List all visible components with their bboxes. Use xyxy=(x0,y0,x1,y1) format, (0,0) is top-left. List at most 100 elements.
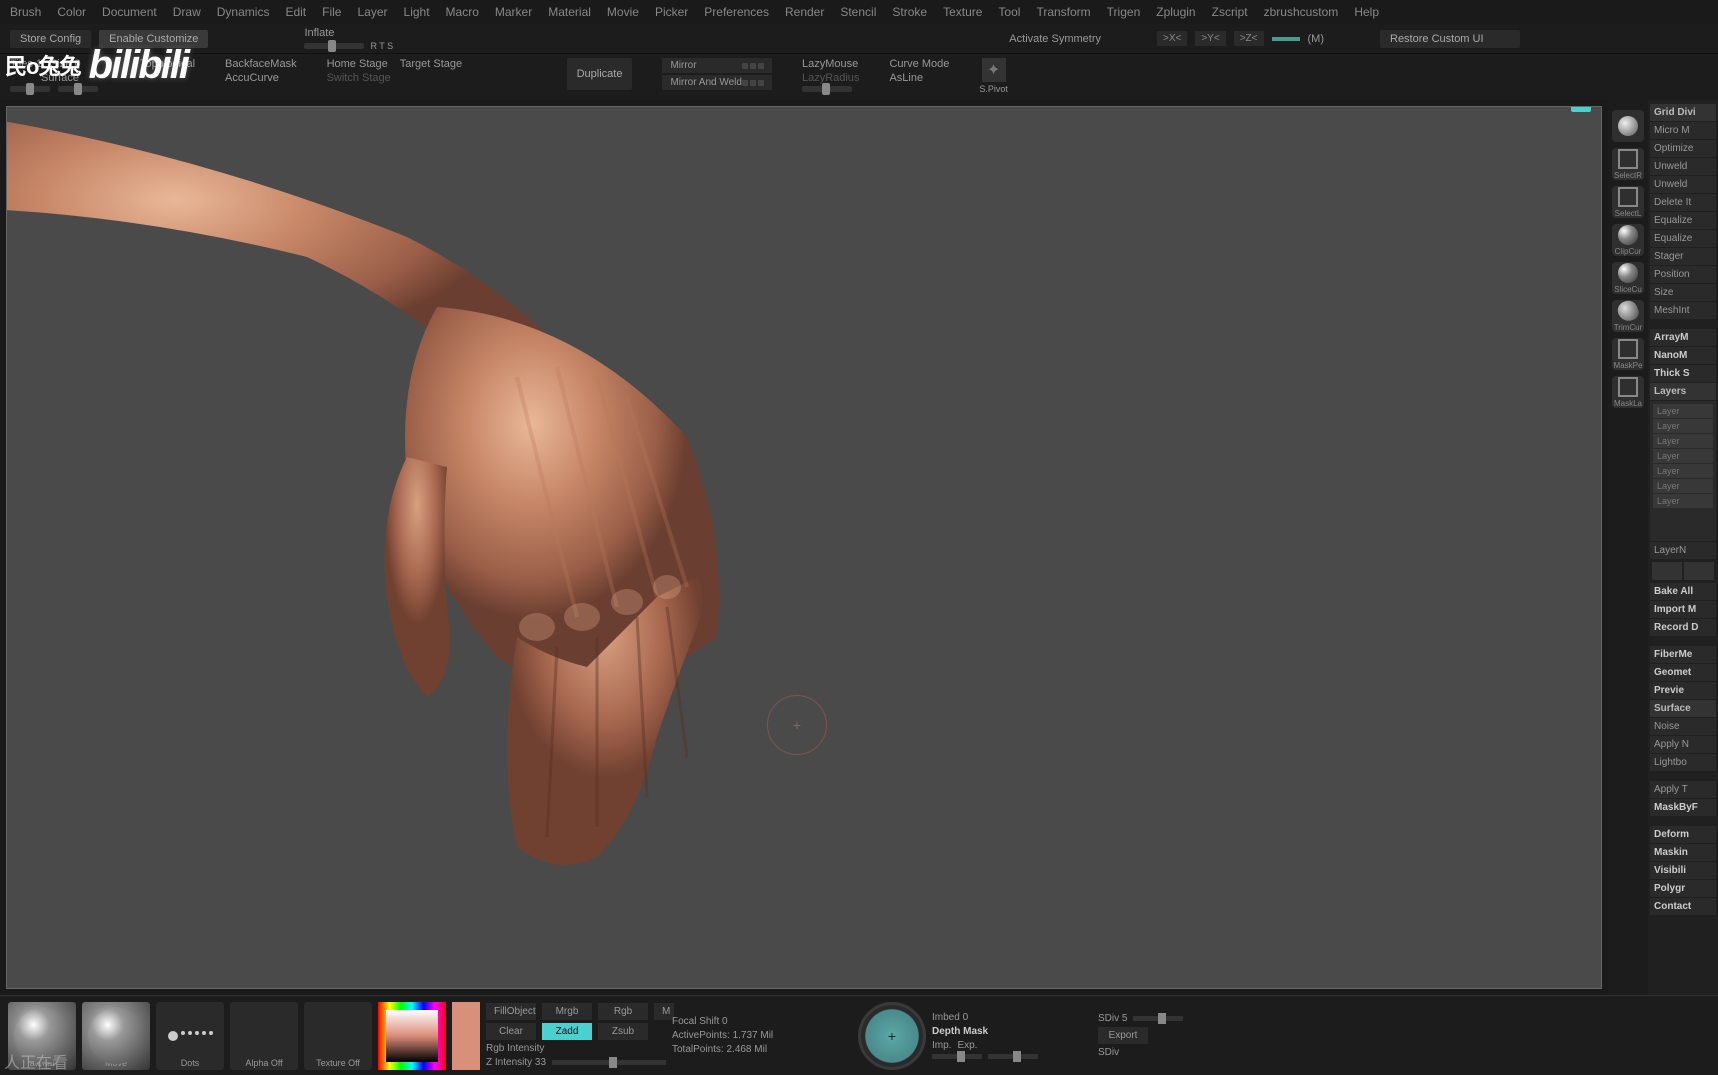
tool-trim-curve[interactable]: TrimCur xyxy=(1612,300,1644,332)
accucurve-button[interactable]: AccuCurve xyxy=(225,72,297,84)
tool-slice-curve[interactable]: SliceCu xyxy=(1612,262,1644,294)
menu-movie[interactable]: Movie xyxy=(607,5,639,19)
tool-select-lasso[interactable]: SelectL xyxy=(1612,186,1644,218)
menu-picker[interactable]: Picker xyxy=(655,5,688,19)
rp-applyt[interactable]: Apply T xyxy=(1650,781,1716,798)
enable-customize-button[interactable]: Enable Customize xyxy=(99,30,208,48)
activate-symmetry-label[interactable]: Activate Symmetry xyxy=(1009,33,1101,45)
layer-btn-2[interactable] xyxy=(1684,562,1714,580)
rp-fibermesh[interactable]: FiberMe xyxy=(1650,646,1716,663)
menu-transform[interactable]: Transform xyxy=(1036,5,1090,19)
depth-mask-label[interactable]: Depth Mask xyxy=(932,1026,988,1037)
rp-unweld-1[interactable]: Unweld xyxy=(1650,158,1716,175)
fillobject-button[interactable]: FillObject xyxy=(486,1003,536,1020)
rp-lightbox[interactable]: Lightbo xyxy=(1650,754,1716,771)
backface-mask-button[interactable]: BackfaceMask xyxy=(225,58,297,70)
exp-slider[interactable] xyxy=(988,1054,1038,1059)
rp-stager[interactable]: Stager xyxy=(1650,248,1716,265)
current-color-swatch[interactable] xyxy=(452,1002,480,1070)
tool-mask-pen[interactable]: MaskPe xyxy=(1612,338,1644,370)
depth-mask-ring-icon[interactable] xyxy=(858,1002,926,1070)
menu-macro[interactable]: Macro xyxy=(446,5,479,19)
color-picker[interactable] xyxy=(378,1002,446,1070)
menu-tool[interactable]: Tool xyxy=(998,5,1020,19)
menu-marker[interactable]: Marker xyxy=(495,5,532,19)
menu-zscript[interactable]: Zscript xyxy=(1212,5,1248,19)
menu-preferences[interactable]: Preferences xyxy=(704,5,769,19)
menu-zplugin[interactable]: Zplugin xyxy=(1156,5,1195,19)
rp-maskby[interactable]: MaskByF xyxy=(1650,799,1716,816)
menu-light[interactable]: Light xyxy=(404,5,430,19)
clear-button[interactable]: Clear xyxy=(486,1023,536,1040)
menu-file[interactable]: File xyxy=(322,5,341,19)
restore-ui-button[interactable]: Restore Custom UI xyxy=(1380,30,1520,48)
rp-nanomesh[interactable]: NanoM xyxy=(1650,347,1716,364)
layer-item[interactable]: Layer xyxy=(1653,449,1713,463)
home-stage-button[interactable]: Home Stage xyxy=(327,58,388,70)
asline-button[interactable]: AsLine xyxy=(889,72,949,84)
rp-grid-divide[interactable]: Grid Divi xyxy=(1650,104,1716,121)
tool-mask-lasso[interactable]: MaskLa xyxy=(1612,376,1644,408)
sdiv-slider[interactable] xyxy=(1133,1016,1183,1021)
surface-slider-2[interactable] xyxy=(58,86,98,92)
surface-label[interactable]: Surface xyxy=(10,72,110,84)
switch-stage-button[interactable]: Switch Stage xyxy=(327,72,467,84)
menu-color[interactable]: Color xyxy=(57,5,86,19)
duplicate-button[interactable]: Duplicate xyxy=(567,58,633,90)
mirror-weld-button[interactable]: Mirror And Weld xyxy=(662,75,772,90)
viewport-canvas[interactable] xyxy=(6,106,1602,989)
alpha-thumb[interactable]: Alpha Off xyxy=(230,1002,298,1070)
rgb-button[interactable]: Rgb xyxy=(598,1003,648,1020)
rp-contact[interactable]: Contact xyxy=(1650,898,1716,915)
topological-button[interactable]: Topological xyxy=(140,58,195,70)
rp-geometry[interactable]: Geomet xyxy=(1650,664,1716,681)
export-button[interactable]: Export xyxy=(1098,1027,1148,1044)
menu-draw[interactable]: Draw xyxy=(173,5,201,19)
layer-item[interactable]: Layer xyxy=(1653,434,1713,448)
rp-size[interactable]: Size xyxy=(1650,284,1716,301)
size-label[interactable]: Size 0 xyxy=(50,58,81,70)
menu-stencil[interactable]: Stencil xyxy=(840,5,876,19)
menu-trigen[interactable]: Trigen xyxy=(1107,5,1141,19)
layer-item[interactable]: Layer xyxy=(1653,479,1713,493)
layer-item[interactable]: Layer xyxy=(1653,464,1713,478)
store-config-button[interactable]: Store Config xyxy=(10,30,91,48)
curve-mode-button[interactable]: Curve Mode xyxy=(889,58,949,70)
target-stage-button[interactable]: Target Stage xyxy=(400,58,462,70)
rp-delete[interactable]: Delete It xyxy=(1650,194,1716,211)
menu-brush[interactable]: Brush xyxy=(10,5,41,19)
rp-micro-mesh[interactable]: Micro M xyxy=(1650,122,1716,139)
rp-optimize[interactable]: Optimize xyxy=(1650,140,1716,157)
surface-slider-1[interactable] xyxy=(10,86,50,92)
lazyradius-slider[interactable] xyxy=(802,86,852,92)
layer-btn-1[interactable] xyxy=(1652,562,1682,580)
symmetry-active-button[interactable] xyxy=(1272,37,1300,41)
tool-sphere-icon[interactable] xyxy=(1612,110,1644,142)
rp-equalize-2[interactable]: Equalize xyxy=(1650,230,1716,247)
layer-item[interactable]: Layer xyxy=(1653,404,1713,418)
rp-surface-header[interactable]: Surface xyxy=(1650,700,1716,717)
imp-slider[interactable] xyxy=(932,1054,982,1059)
rp-deform[interactable]: Deform xyxy=(1650,826,1716,843)
mirror-button[interactable]: Mirror xyxy=(662,58,772,73)
menu-zbrushcustom[interactable]: zbrushcustom xyxy=(1264,5,1339,19)
menu-stroke[interactable]: Stroke xyxy=(892,5,927,19)
layer-item[interactable]: Layer xyxy=(1653,419,1713,433)
rp-visibility[interactable]: Visibili xyxy=(1650,862,1716,879)
spivot-icon[interactable]: ✦ xyxy=(982,58,1006,82)
inflate-slider[interactable] xyxy=(304,43,364,49)
rp-polygroup[interactable]: Polygr xyxy=(1650,880,1716,897)
rp-recordd[interactable]: Record D xyxy=(1650,619,1716,636)
layer-item[interactable]: Layer xyxy=(1653,494,1713,508)
tool-clip-curve[interactable]: ClipCur xyxy=(1612,224,1644,256)
rp-noise[interactable]: Noise xyxy=(1650,718,1716,735)
viewport-tab-indicator[interactable] xyxy=(1571,106,1591,112)
rp-preview[interactable]: Previe xyxy=(1650,682,1716,699)
symmetry-x-button[interactable]: >X< xyxy=(1157,31,1187,46)
rp-equalize-1[interactable]: Equalize xyxy=(1650,212,1716,229)
tiles-label[interactable]: Tiles 1 xyxy=(10,58,42,70)
rp-layern[interactable]: LayerN xyxy=(1650,542,1716,559)
menu-help[interactable]: Help xyxy=(1354,5,1379,19)
rp-unweld-2[interactable]: Unweld xyxy=(1650,176,1716,193)
menu-document[interactable]: Document xyxy=(102,5,157,19)
